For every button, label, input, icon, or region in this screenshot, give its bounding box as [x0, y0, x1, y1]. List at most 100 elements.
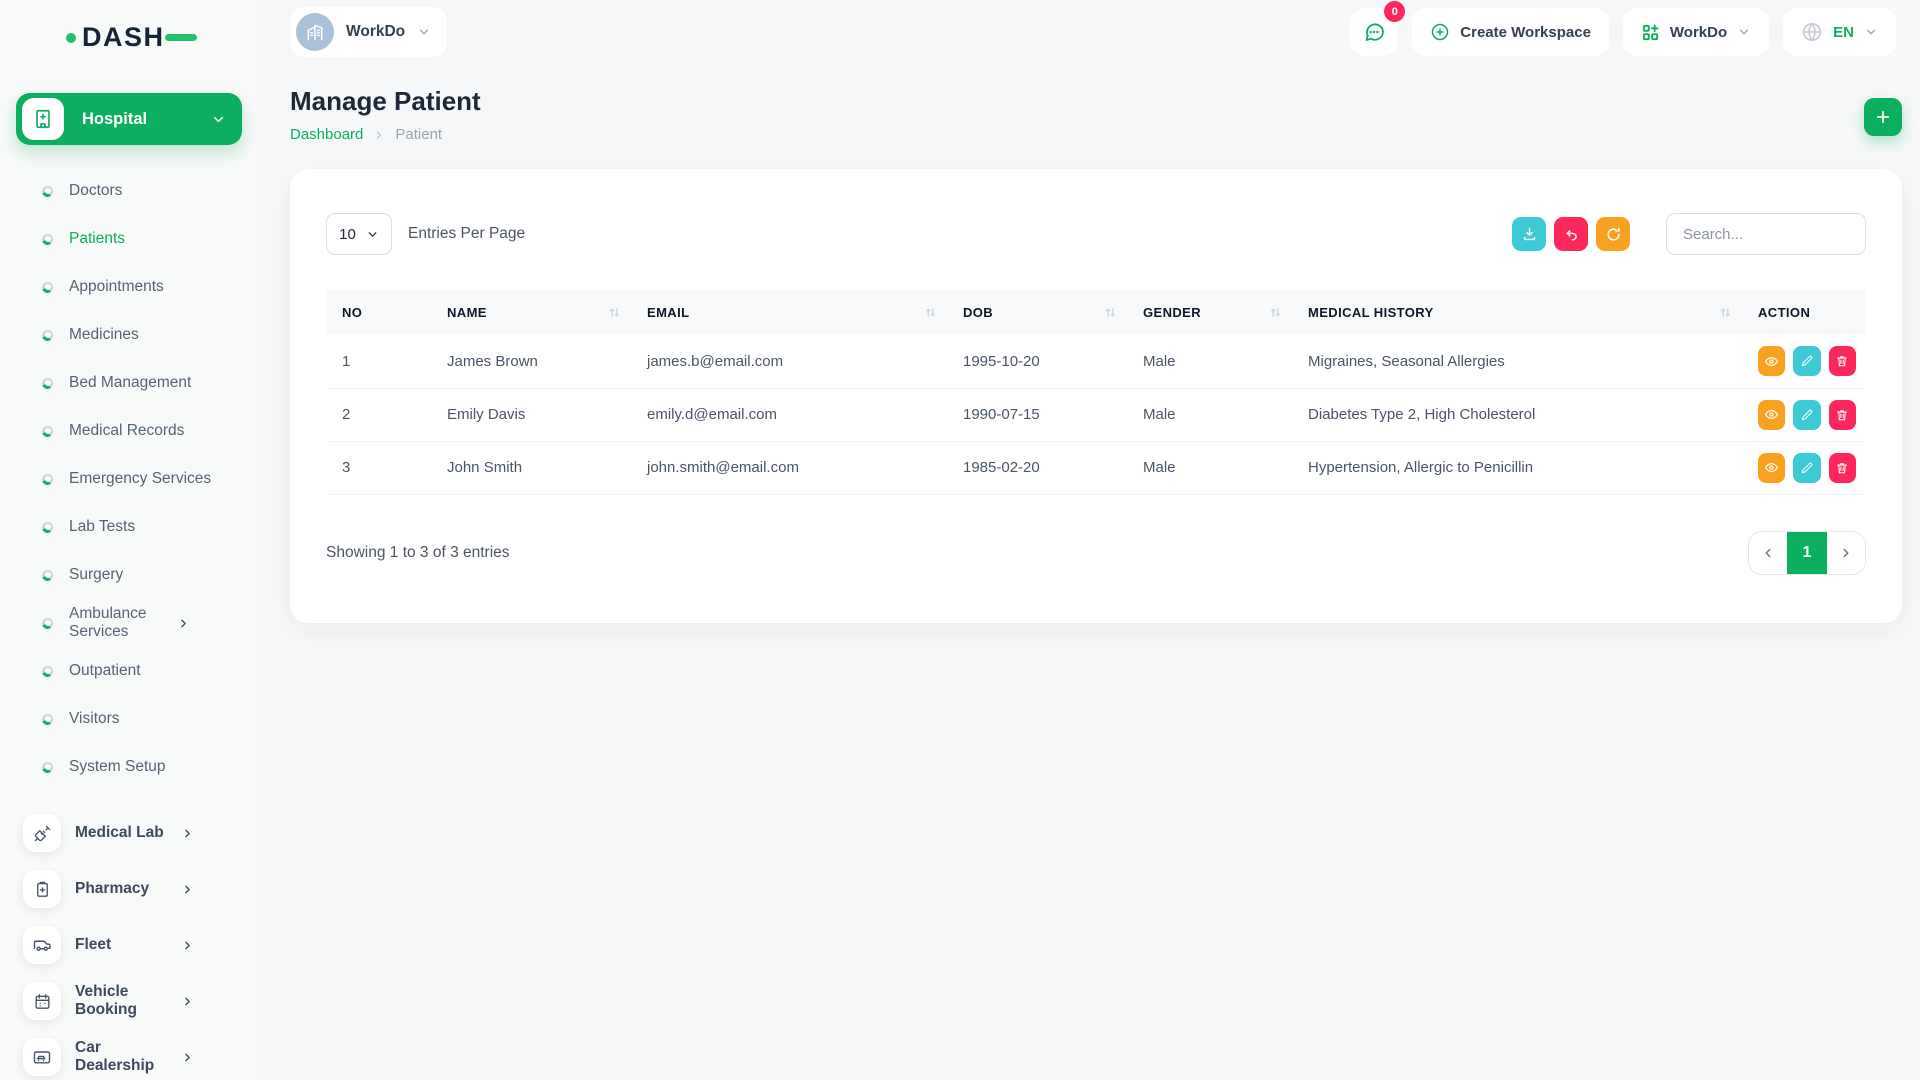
sidebar-item-medicines[interactable]: Medicines [0, 311, 258, 359]
view-button[interactable] [1758, 399, 1786, 430]
entries-label: Entries Per Page [408, 225, 526, 242]
cell-medical-history: Diabetes Type 2, High Cholesterol [1292, 388, 1742, 442]
bullet-icon [42, 425, 53, 437]
chevron-down-icon [1864, 25, 1878, 39]
delete-button[interactable] [1828, 452, 1856, 483]
edit-button[interactable] [1793, 452, 1821, 483]
chevron-down-icon [1737, 25, 1751, 39]
cell-gender: Male [1127, 441, 1292, 495]
calendar-icon [23, 982, 61, 1020]
bullet-icon [42, 185, 53, 197]
delete-button[interactable] [1828, 399, 1856, 430]
sidebar-item-outpatient[interactable]: Outpatient [0, 647, 258, 695]
column-header-no[interactable]: NO [326, 289, 431, 335]
chevron-left-icon [1765, 548, 1771, 557]
sort-icon[interactable] [1719, 306, 1732, 319]
bullet-icon [42, 761, 53, 773]
sidebar-item-medical-lab[interactable]: Medical Lab [0, 805, 258, 861]
sidebar-item-vehicle-booking[interactable]: Vehicle Booking [0, 973, 258, 1029]
sidebar-item-label: Vehicle Booking [75, 983, 137, 1018]
create-workspace-button[interactable]: Create Workspace [1412, 8, 1609, 56]
column-header-name[interactable]: NAME [431, 289, 631, 335]
language-selector[interactable]: EN [1783, 8, 1896, 56]
next-page-button[interactable] [1827, 531, 1865, 574]
sidebar-item-doctors[interactable]: Doctors [0, 167, 258, 215]
edit-button[interactable] [1793, 399, 1821, 430]
sidebar-item-surgery[interactable]: Surgery [0, 551, 258, 599]
sidebar-item-label: Outpatient [69, 662, 141, 679]
view-button[interactable] [1758, 452, 1786, 483]
sidebar-item-patients[interactable]: Patients [0, 215, 258, 263]
plus-icon [1876, 110, 1890, 124]
sidebar-item-car-dealership[interactable]: Car Dealership [0, 1029, 258, 1080]
table-row: 2 Emily Davis emily.d@email.com 1990-07-… [326, 388, 1866, 442]
chevron-right-icon [181, 883, 194, 896]
workdo-menu-label: WorkDo [1669, 23, 1728, 41]
breadcrumb-current: Patient [395, 126, 443, 143]
sidebar-item-label: Doctors [69, 182, 123, 199]
table-row: 1 James Brown james.b@email.com 1995-10-… [326, 335, 1866, 389]
sidebar-item-visitors[interactable]: Visitors [0, 695, 258, 743]
column-header-medical-history[interactable]: MEDICAL HISTORY [1292, 289, 1742, 335]
trash-icon [1837, 356, 1848, 367]
add-patient-button[interactable] [1864, 98, 1902, 136]
pencil-icon [1801, 462, 1813, 473]
page-number[interactable]: 1 [1787, 531, 1827, 574]
view-button[interactable] [1758, 346, 1786, 377]
entries-per-page-select[interactable]: 10 [326, 213, 392, 255]
chevron-right-icon [373, 129, 385, 141]
sidebar-item-fleet[interactable]: Fleet [0, 917, 258, 973]
sidebar-item-bed-management[interactable]: Bed Management [0, 359, 258, 407]
cell-email: emily.d@email.com [631, 388, 947, 442]
row-actions [1758, 452, 1856, 483]
reset-button[interactable] [1554, 217, 1588, 251]
refresh-button[interactable] [1596, 217, 1630, 251]
workdo-menu-button[interactable]: WorkDo [1622, 8, 1770, 56]
messages-button[interactable]: 0 [1350, 1, 1406, 56]
delete-button[interactable] [1828, 346, 1856, 377]
bullet-icon [42, 617, 53, 629]
sidebar-item-ambulance-services[interactable]: Ambulance Services [0, 599, 258, 647]
logo-dot-icon [66, 32, 76, 43]
bullet-icon [42, 521, 53, 533]
previous-page-button[interactable] [1749, 531, 1787, 574]
search-input[interactable] [1666, 213, 1866, 255]
sidebar-item-label: Lab Tests [69, 518, 136, 535]
sidebar-item-hospital[interactable]: Hospital [16, 93, 242, 145]
syringe-icon [23, 814, 61, 852]
export-button[interactable] [1512, 217, 1546, 251]
toolbar-actions [1512, 213, 1866, 255]
app-logo[interactable]: DASH [0, 0, 258, 53]
sidebar-item-label: Bed Management [69, 374, 192, 391]
sort-icon[interactable] [924, 306, 937, 319]
workspace-selector[interactable]: WorkDo [290, 7, 448, 57]
breadcrumb-dashboard-link[interactable]: Dashboard [290, 126, 363, 143]
table-row: 3 John Smith john.smith@email.com 1985-0… [326, 441, 1866, 495]
chevron-right-icon [1843, 548, 1849, 557]
edit-button[interactable] [1793, 346, 1821, 377]
sort-icon[interactable] [608, 306, 621, 319]
column-header-dob[interactable]: DOB [947, 289, 1127, 335]
sidebar-item-emergency-services[interactable]: Emergency Services [0, 455, 258, 503]
sort-icon[interactable] [1269, 306, 1282, 319]
chevron-right-icon [181, 995, 194, 1008]
sidebar-item-appointments[interactable]: Appointments [0, 263, 258, 311]
pencil-icon [1801, 409, 1813, 420]
sidebar-item-lab-tests[interactable]: Lab Tests [0, 503, 258, 551]
sidebar-item-pharmacy[interactable]: Pharmacy [0, 861, 258, 917]
sidebar-item-label: Hospital [82, 109, 148, 128]
sidebar-item-label: Emergency Services [69, 470, 212, 487]
sidebar: DASH Hospital Doctors Patients Appointme… [0, 0, 258, 1080]
column-header-email[interactable]: EMAIL [631, 289, 947, 335]
chevron-right-icon [177, 617, 190, 630]
column-header-action: ACTION [1742, 289, 1866, 335]
sidebar-item-system-setup[interactable]: System Setup [0, 743, 258, 791]
van-icon [23, 926, 61, 964]
patients-card: 10 Entries Per Page Search... NO NAME EM… [290, 169, 1902, 623]
car-card-icon [23, 1038, 61, 1076]
sidebar-item-medical-records[interactable]: Medical Records [0, 407, 258, 455]
sidebar-item-label: Medicines [69, 326, 139, 343]
sort-icon[interactable] [1104, 306, 1117, 319]
column-header-gender[interactable]: GENDER [1127, 289, 1292, 335]
patients-table: NO NAME EMAIL DOB GENDER MEDICAL HISTORY… [326, 289, 1866, 495]
